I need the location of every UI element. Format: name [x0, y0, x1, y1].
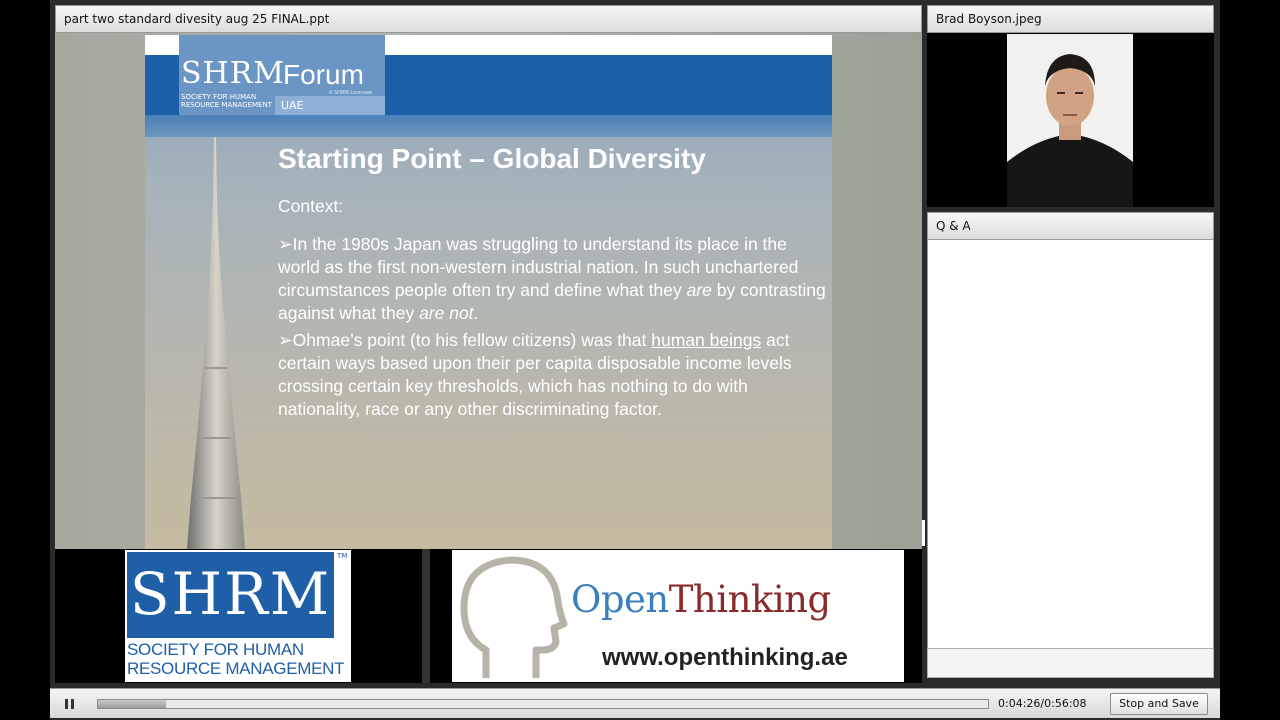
slide-pod: SHRM SOCIETY FOR HUMAN RESOURCE MANAGEME… [55, 33, 922, 549]
slide-sub-strip [145, 115, 832, 137]
openthinking-logo: OpenThinking www.openthinking.ae [452, 550, 904, 682]
qa-footer [927, 648, 1214, 678]
wordmark-thinking: Thinking [668, 578, 831, 621]
forum-label: Forum [283, 59, 364, 90]
shrm-sponsor-pod: SHRM TM SOCIETY FOR HUMAN RESOURCE MANAG… [55, 549, 422, 683]
bullet-1-emphasis-are-not: are not [419, 303, 474, 323]
wordmark-open: Open [571, 578, 669, 621]
playback-bar: 0:04:26/0:56:08 Stop and Save [50, 688, 1220, 718]
pause-icon-bar [70, 699, 74, 709]
openthinking-url: www.openthinking.ae [602, 644, 848, 671]
bullet-1-emphasis-are: are [686, 280, 712, 300]
shrm-fullname: SOCIETY FOR HUMAN RESOURCE MANAGEMENT [127, 640, 347, 678]
shrm-letters: SHRM [129, 560, 332, 628]
shrm-fullname-line1: SOCIETY FOR HUMAN [127, 640, 304, 659]
stop-and-save-button[interactable]: Stop and Save [1110, 693, 1208, 715]
presentation-slide: SHRM SOCIETY FOR HUMAN RESOURCE MANAGEME… [145, 35, 832, 549]
trademark-mark: TM [337, 552, 348, 560]
bullet-arrow-icon: ➢ [278, 330, 293, 350]
bullet-2: ➢Ohmae’s point (to his fellow citizens) … [278, 329, 830, 421]
presenter-photo [1007, 34, 1133, 207]
pause-icon [64, 699, 68, 709]
playback-progress-bar[interactable] [97, 699, 989, 709]
slide-title: Starting Point – Global Diversity [278, 143, 706, 174]
slide-pod-title: part two standard divesity aug 25 FINAL.… [55, 5, 922, 33]
pod-resize-handle[interactable] [922, 520, 925, 546]
camera-pod-title: Brad Boyson.jpeg [927, 5, 1214, 33]
bullet-2-text: Ohmae’s point (to his fellow citizens) w… [292, 330, 652, 350]
bullet-1: ➢In the 1980s Japan was struggling to un… [278, 233, 830, 325]
head-profile-icon [460, 556, 568, 678]
shrm-forum-logo: SHRM SOCIETY FOR HUMAN RESOURCE MANAGEME… [179, 35, 385, 115]
region-label: UAE [275, 96, 385, 115]
openthinking-wordmark: OpenThinking [571, 578, 831, 621]
shrm-logo-subtext: SOCIETY FOR HUMAN RESOURCE MANAGEMENT [181, 93, 272, 109]
qa-list[interactable] [927, 240, 1214, 648]
shrm-logo: SHRM TM SOCIETY FOR HUMAN RESOURCE MANAG… [125, 550, 351, 682]
shrm-logo-letters: SHRM [181, 56, 286, 91]
burj-khalifa-image [187, 137, 245, 549]
playback-time: 0:04:26/0:56:08 [998, 697, 1087, 710]
presenter-portrait-image [1007, 34, 1133, 207]
context-label: Context: [278, 196, 344, 216]
bullet-2-underlined: human beings [651, 330, 762, 350]
camera-pod [927, 33, 1214, 207]
shrm-fullname-line2: RESOURCE MANAGEMENT [127, 659, 345, 678]
meeting-recording-player: part two standard divesity aug 25 FINAL.… [50, 0, 1220, 720]
pod-divider [422, 549, 430, 683]
bullet-arrow-icon: ➢ [278, 234, 293, 254]
playback-progress-fill [98, 700, 167, 708]
slide-body: Context: ➢In the 1980s Japan was struggl… [278, 195, 830, 425]
bullet-1-period: . [473, 303, 479, 323]
qa-pod-title: Q & A [927, 212, 1214, 240]
openthinking-sponsor-pod: OpenThinking www.openthinking.ae [430, 549, 922, 683]
pause-button[interactable] [56, 693, 82, 715]
